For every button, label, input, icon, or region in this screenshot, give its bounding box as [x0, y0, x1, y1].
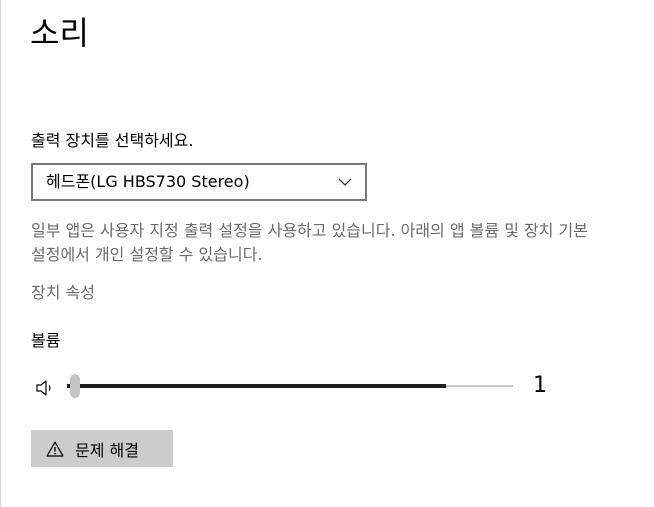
page-title: 소리 — [30, 14, 89, 52]
troubleshoot-button-label: 문제 해결 — [75, 440, 139, 460]
volume-label: 볼륨 — [31, 331, 61, 350]
sound-settings-page: 소리 출력 장치를 선택하세요. 헤드폰(LG HBS730 Stereo) 일… — [0, 0, 654, 507]
output-device-label: 출력 장치를 선택하세요. — [31, 131, 194, 150]
speaker-icon[interactable] — [35, 378, 55, 398]
warning-icon — [46, 440, 64, 458]
app-output-info-text: 일부 앱은 사용자 지정 출력 설정을 사용하고 있습니다. 아래의 앱 볼륨 … — [31, 221, 588, 264]
volume-slider-thumb[interactable] — [70, 374, 80, 398]
output-device-selected-value: 헤드폰(LG HBS730 Stereo) — [46, 172, 250, 191]
troubleshoot-button[interactable]: 문제 해결 — [31, 430, 173, 467]
chevron-down-icon — [337, 174, 353, 190]
output-device-dropdown[interactable]: 헤드폰(LG HBS730 Stereo) — [31, 163, 367, 201]
volume-playback-level-bar — [67, 384, 446, 388]
volume-value: 1 — [533, 373, 547, 398]
volume-slider[interactable] — [67, 370, 513, 402]
device-properties-link[interactable]: 장치 속성 — [31, 282, 95, 304]
